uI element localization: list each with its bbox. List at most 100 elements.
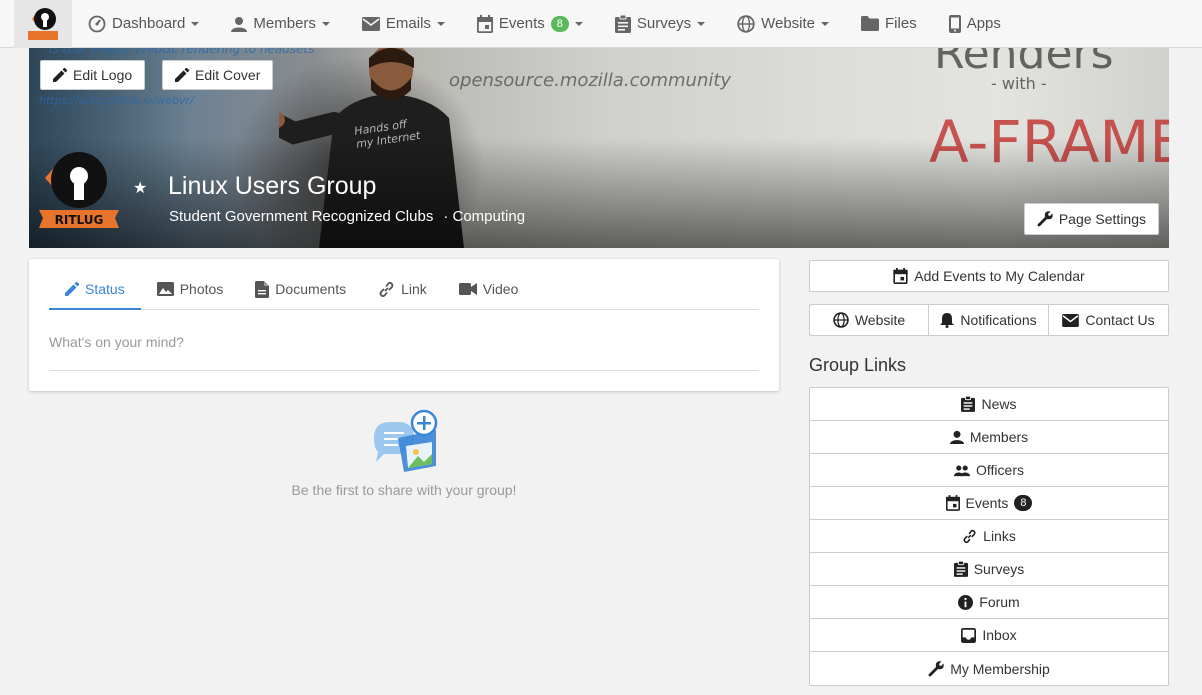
edit-logo-button[interactable]: Edit Logo <box>40 60 146 90</box>
tab-status[interactable]: Status <box>49 269 141 310</box>
video-camera-icon <box>458 283 477 295</box>
events-count-badge: 8 <box>1014 495 1033 511</box>
nav-files[interactable]: Files <box>845 0 933 48</box>
bell-icon <box>940 313 955 328</box>
inbox-icon <box>961 627 977 643</box>
chevron-down-icon <box>191 21 200 26</box>
group-link-label: Events <box>965 495 1009 511</box>
tab-video-label: Video <box>482 281 519 297</box>
group-link-label: Surveys <box>973 561 1025 577</box>
group-link-forum[interactable]: Forum <box>810 586 1168 619</box>
group-link-inbox[interactable]: Inbox <box>810 619 1168 652</box>
dashboard-icon <box>88 15 106 32</box>
tab-photos-label: Photos <box>179 281 224 297</box>
share-illustration-icon <box>374 409 438 472</box>
website-button[interactable]: Website <box>809 304 929 336</box>
group-logo[interactable]: RITLUG <box>37 150 121 234</box>
nav-files-label: Files <box>885 15 917 32</box>
group-link-news[interactable]: News <box>810 388 1168 421</box>
person-icon <box>949 430 964 444</box>
nav-events[interactable]: Events 8 <box>461 0 599 48</box>
whiteboard-text: is that enable WebGL rendering to headse… <box>49 48 315 56</box>
folder-icon <box>861 16 880 31</box>
group-link-label: Links <box>983 528 1016 544</box>
notifications-button[interactable]: Notifications <box>928 304 1049 336</box>
image-icon <box>156 282 174 296</box>
empty-feed: Be the first to share with your group! <box>29 408 779 498</box>
nav-apps[interactable]: Apps <box>933 0 1017 48</box>
ritlug-logo-icon <box>28 7 58 40</box>
pencil-icon <box>65 281 79 296</box>
category-separator: · <box>443 208 449 225</box>
tab-link-label: Link <box>401 281 427 297</box>
nav-dashboard-label: Dashboard <box>112 15 186 32</box>
favorite-star-icon[interactable]: ★ <box>133 178 147 198</box>
group-link-officers[interactable]: Officers <box>810 454 1168 487</box>
chevron-down-icon <box>436 21 445 26</box>
group-link-links[interactable]: Links <box>810 520 1168 553</box>
link-icon <box>379 281 394 297</box>
globe-icon <box>737 14 755 33</box>
nav-surveys-label: Surveys <box>636 15 692 32</box>
wrench-icon <box>928 660 944 676</box>
calendar-icon <box>945 495 960 511</box>
edit-logo-label: Edit Logo <box>73 67 133 83</box>
nav-apps-label: Apps <box>966 15 1001 32</box>
page-settings-button[interactable]: Page Settings <box>1023 203 1159 235</box>
clipboard-icon <box>953 561 968 577</box>
post-composer: Status Photos Documents Link Video <box>29 259 779 391</box>
events-count-badge: 8 <box>550 15 569 32</box>
contact-us-button[interactable]: Contact Us <box>1048 304 1169 336</box>
group-link-label: Members <box>969 429 1029 445</box>
group-link-label: Inbox <box>982 627 1017 643</box>
tab-status-label: Status <box>85 280 125 297</box>
link-icon <box>963 529 976 543</box>
subcategory-link[interactable]: Computing <box>453 208 526 225</box>
top-nav: Dashboard Members Emails Events 8 Survey… <box>0 0 1202 48</box>
person-icon <box>231 16 248 32</box>
group-link-my-membership[interactable]: My Membership <box>810 652 1168 685</box>
mail-icon <box>1062 313 1080 327</box>
nav-dashboard[interactable]: Dashboard <box>72 0 215 48</box>
clipboard-icon <box>961 396 976 412</box>
group-link-label: News <box>981 396 1017 412</box>
nav-website[interactable]: Website <box>721 0 845 48</box>
group-links-heading: Group Links <box>809 355 907 375</box>
page-settings-label: Page Settings <box>1058 211 1146 227</box>
nav-events-label: Events <box>498 15 545 32</box>
group-category: Student Government Recognized Clubs · Com… <box>169 208 525 225</box>
group-link-surveys[interactable]: Surveys <box>810 553 1168 586</box>
group-link-events[interactable]: Events 8 <box>810 487 1168 520</box>
nav-emails[interactable]: Emails <box>346 0 461 48</box>
clipboard-icon <box>614 14 631 33</box>
empty-feed-message: Be the first to share with your group! <box>291 482 517 498</box>
chevron-down-icon <box>821 21 830 26</box>
category-link[interactable]: Student Government Recognized Clubs <box>169 208 433 225</box>
group-logo-nav[interactable] <box>14 0 72 48</box>
group-link-label: My Membership <box>950 660 1050 677</box>
whiteboard-text: https://w3c.github.io/webvr/ <box>39 94 194 107</box>
tab-photos[interactable]: Photos <box>141 269 240 309</box>
add-events-calendar-button[interactable]: Add Events to My Calendar <box>809 260 1169 292</box>
group-title: Linux Users Group <box>168 172 377 200</box>
wrench-icon <box>1037 211 1053 227</box>
info-icon <box>958 594 974 610</box>
pencil-icon <box>53 68 67 82</box>
tab-video[interactable]: Video <box>443 269 535 309</box>
chevron-down-icon <box>697 21 706 26</box>
globe-icon <box>833 312 849 328</box>
post-tabs: Status Photos Documents Link Video <box>49 269 759 310</box>
group-link-members[interactable]: Members <box>810 421 1168 454</box>
whiteboard-text: - with - <box>991 74 1047 93</box>
tab-documents[interactable]: Documents <box>239 269 362 309</box>
pencil-icon <box>175 68 189 82</box>
calendar-icon <box>476 14 493 33</box>
contact-us-label: Contact Us <box>1085 312 1155 328</box>
status-input[interactable] <box>49 331 759 371</box>
nav-surveys[interactable]: Surveys <box>599 0 721 48</box>
edit-cover-button[interactable]: Edit Cover <box>162 60 274 90</box>
document-icon <box>255 280 270 298</box>
tab-documents-label: Documents <box>275 281 347 297</box>
nav-members[interactable]: Members <box>215 0 346 48</box>
tab-link[interactable]: Link <box>362 269 443 309</box>
